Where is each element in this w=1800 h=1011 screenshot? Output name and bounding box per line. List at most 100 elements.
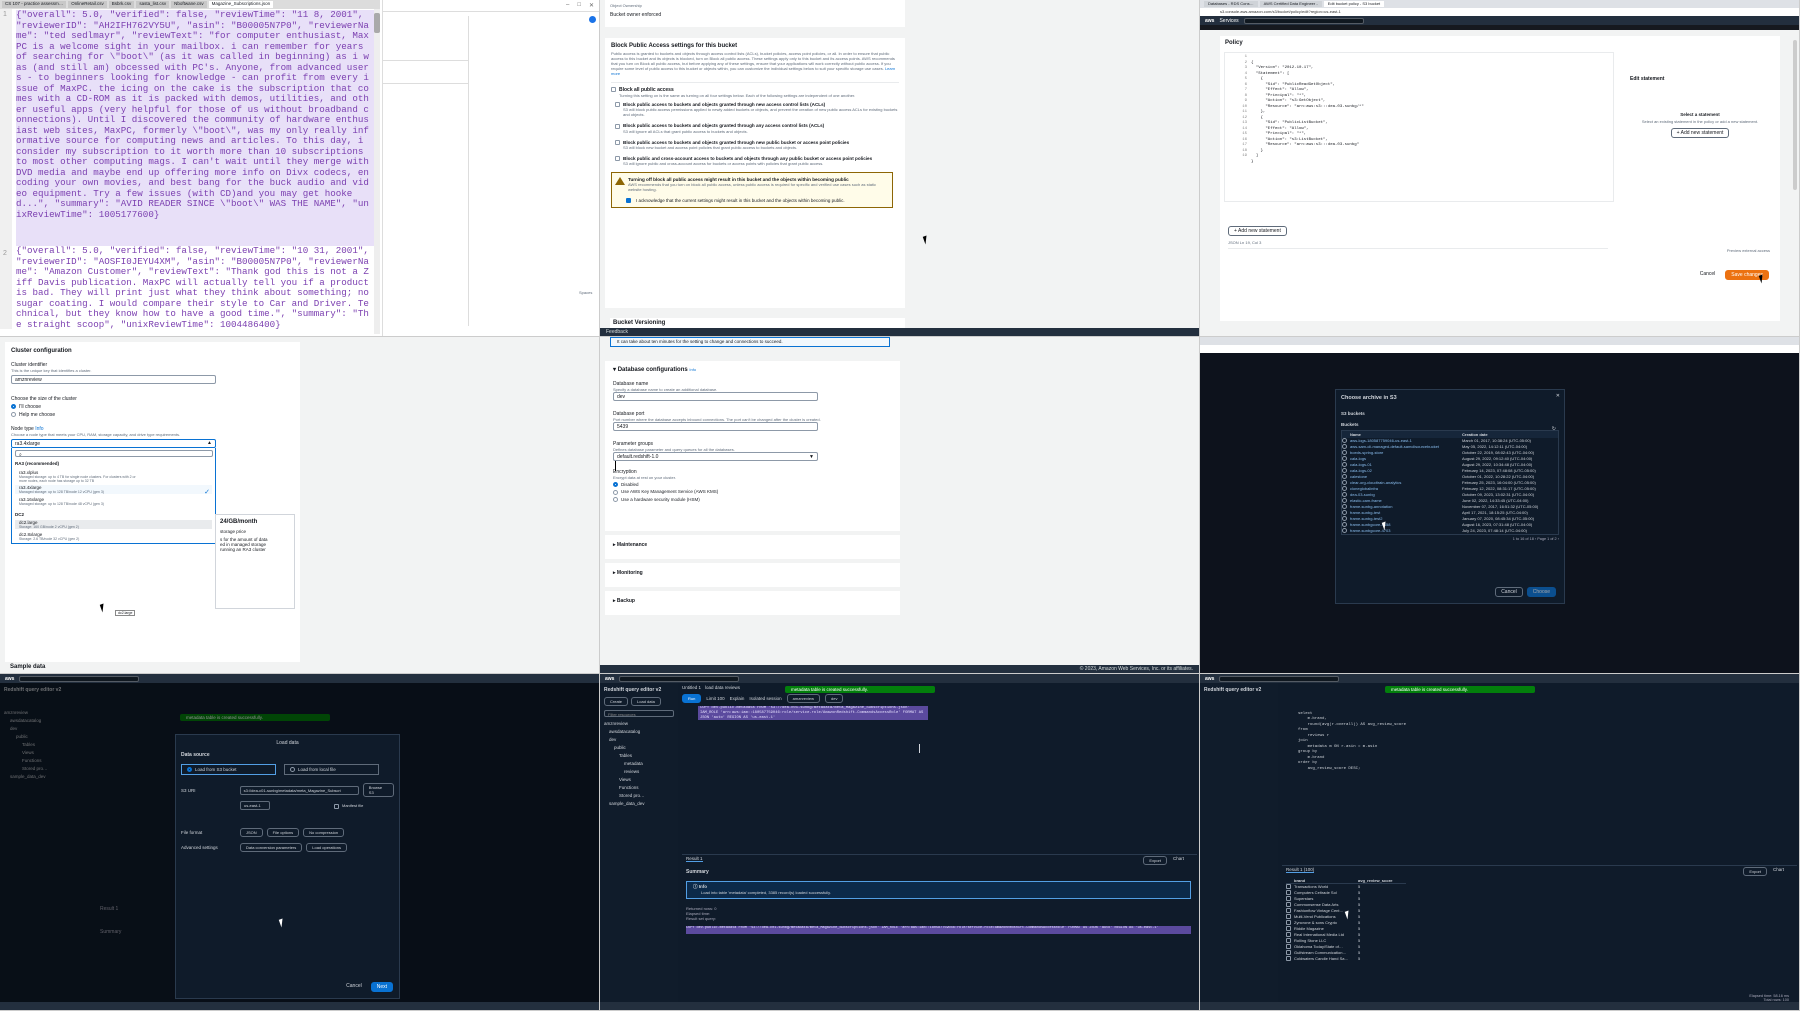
row-checkbox[interactable]	[1286, 896, 1291, 901]
bucket-radio[interactable]	[1342, 444, 1347, 449]
bpa-option-checkbox[interactable]	[615, 102, 620, 108]
editor-tab[interactable]: CS 107 - practice assessm…	[2, 1, 67, 8]
s3-source-option[interactable]: Load from S3 bucket	[181, 764, 276, 776]
sql-editor[interactable]: COPY dev.public.metadata FROM 's3://dea-…	[698, 706, 928, 720]
table-row[interactable]: Coldwaters Candle Hand Sa… 5	[1286, 956, 1406, 962]
tab-load-reviews[interactable]: load data reviews	[705, 685, 740, 690]
minimize-icon[interactable]: –	[566, 2, 569, 9]
row-checkbox[interactable]	[1286, 914, 1291, 919]
browser-tab-active[interactable]: Edit bucket policy - S3 bucket	[1323, 1, 1385, 7]
row-checkbox[interactable]	[1286, 932, 1291, 937]
cancel-button[interactable]: Cancel	[1696, 270, 1720, 280]
choose-button[interactable]: Choose	[1526, 587, 1556, 597]
console-search[interactable]	[1243, 17, 1364, 24]
row-checkbox[interactable]	[1286, 944, 1291, 949]
policy-editor[interactable]: 1 2 3 4 5 6 7 8 9 10 11 12 13 14 15 16 17 18 19 { "Version…	[1224, 52, 1614, 202]
tree-node[interactable]: reviews	[604, 768, 674, 776]
bucket-radio[interactable]	[1342, 456, 1347, 461]
param-group-select[interactable]: default.redshift-1.0 ▼	[613, 452, 818, 461]
row-checkbox[interactable]	[1286, 938, 1291, 943]
editor-tab-active[interactable]: Magazine_Subscriptions.json	[208, 1, 274, 8]
services-menu[interactable]: Services	[1219, 18, 1238, 24]
bucket-radio[interactable]	[1342, 462, 1347, 467]
browser-tab[interactable]: AWS Certified Data Engineer -	[1259, 1, 1322, 7]
bucket-radio[interactable]	[1342, 450, 1347, 455]
cancel-button[interactable]: Cancel	[341, 982, 367, 992]
tab-untitled[interactable]: Untitled 1	[682, 685, 701, 690]
add-statement-button[interactable]: + Add new statement	[1670, 128, 1730, 138]
console-search[interactable]	[19, 675, 140, 682]
local-source-option[interactable]: Load from local file	[284, 764, 379, 776]
node-option[interactable]: ra3.16xlarge Managed storage: up to 128 T…	[19, 497, 212, 506]
help-icon[interactable]	[589, 16, 596, 23]
connection-select[interactable]: amznreview	[786, 694, 820, 703]
tree-node[interactable]: sample_data_dev	[604, 800, 674, 808]
console-search[interactable]	[1219, 675, 1340, 682]
row-checkbox[interactable]	[1286, 956, 1291, 961]
node-type-select[interactable]: ra3.4xlarge ▲	[11, 439, 216, 448]
info-link[interactable]: Info	[689, 367, 696, 372]
editor-tab[interactable]: Nboftwane.csv	[171, 1, 207, 8]
tree-node[interactable]: Functions	[604, 784, 674, 792]
result-tab[interactable]: Result 1	[686, 856, 703, 862]
db-name-input[interactable]: dev	[613, 392, 818, 401]
explain-toggle[interactable]: Explain	[730, 696, 745, 701]
address-bar[interactable]	[1200, 345, 1799, 353]
help-choose-radio[interactable]	[11, 412, 16, 418]
bucket-radio[interactable]	[1342, 492, 1347, 497]
next-button[interactable]: Next	[370, 982, 393, 992]
add-new-statement-button[interactable]: + Add new statement	[1228, 226, 1287, 236]
s3uri-input[interactable]: s3://dea-c01-sunbg/metadata/meta_Magazin…	[239, 785, 359, 795]
file-options-select[interactable]: File options	[266, 828, 300, 838]
row-checkbox[interactable]	[1286, 950, 1291, 955]
editor-scrollbar[interactable]	[374, 9, 380, 334]
bucket-radio[interactable]	[1342, 528, 1347, 533]
row-checkbox[interactable]	[1286, 926, 1291, 931]
file-format-select[interactable]: JSON	[240, 828, 263, 838]
bucket-radio[interactable]	[1342, 480, 1347, 485]
bucket-radio[interactable]	[1342, 522, 1347, 527]
compression-select[interactable]: No compression	[303, 828, 345, 838]
aws-logo[interactable]: aws	[1205, 18, 1214, 24]
json-line-1[interactable]: {"overall": 5.0, "verified": false, "rev…	[16, 10, 374, 246]
data-conversion-button[interactable]: Data conversion parameters	[240, 843, 303, 853]
row-checkbox[interactable]	[1286, 908, 1291, 913]
chart-toggle[interactable]: Chart	[1773, 867, 1784, 876]
isolated-toggle[interactable]: Isolated session	[749, 696, 781, 701]
bucket-radio[interactable]	[1342, 504, 1347, 509]
run-button[interactable]: Run	[682, 694, 702, 703]
tree-node[interactable]: dev	[604, 736, 674, 744]
bpa-option-checkbox[interactable]	[615, 156, 620, 162]
row-checkbox[interactable]	[1286, 920, 1291, 925]
tree-node[interactable]: awsdatacatalog	[604, 728, 674, 736]
block-all-checkbox[interactable]	[611, 87, 616, 93]
bucket-radio[interactable]	[1342, 468, 1347, 473]
close-icon[interactable]: ✕	[589, 2, 594, 9]
preview-access-link[interactable]: Preview external access	[1727, 248, 1770, 253]
export-button[interactable]: Export	[1143, 856, 1167, 865]
cancel-button[interactable]: Cancel	[1495, 587, 1523, 597]
create-button[interactable]: Create	[604, 697, 629, 706]
encryption-radio[interactable]	[613, 489, 618, 495]
bucket-radio[interactable]	[1342, 486, 1347, 491]
refresh-icon[interactable]: ↻	[1552, 426, 1556, 432]
maximize-icon[interactable]: □	[577, 2, 581, 9]
chart-toggle[interactable]: Chart	[1173, 856, 1184, 865]
result-tab[interactable]: Result 1 (100)	[1286, 867, 1315, 873]
editor-tab[interactable]: sasta_list.csv	[136, 1, 170, 8]
load-operations-button[interactable]: Load operations	[306, 843, 347, 853]
cluster-id-input[interactable]: amznreview	[11, 375, 216, 384]
monitoring-section[interactable]: ▸ Monitoring	[605, 563, 900, 587]
collapse-icon[interactable]: ▾	[613, 367, 616, 373]
acknowledge-checkbox[interactable]	[626, 198, 631, 204]
page-scrollbar[interactable]	[1793, 40, 1797, 190]
backup-section[interactable]: ▸ Backup	[605, 591, 900, 615]
database-select[interactable]: dev	[825, 694, 844, 703]
editor-tab[interactable]: OnlineRetail.csv	[68, 1, 107, 8]
bucket-row[interactable]: frame-sunbgcore-4703 July 24, 2023, 07:48…	[1342, 528, 1558, 534]
row-checkbox[interactable]	[1286, 902, 1291, 907]
browser-tab[interactable]: Databases - RDS Cons…	[1204, 1, 1258, 7]
bucket-radio[interactable]	[1342, 474, 1347, 479]
editor-tab[interactable]: Bsbrk.csv	[108, 1, 135, 8]
bpa-option-checkbox[interactable]	[615, 139, 620, 145]
